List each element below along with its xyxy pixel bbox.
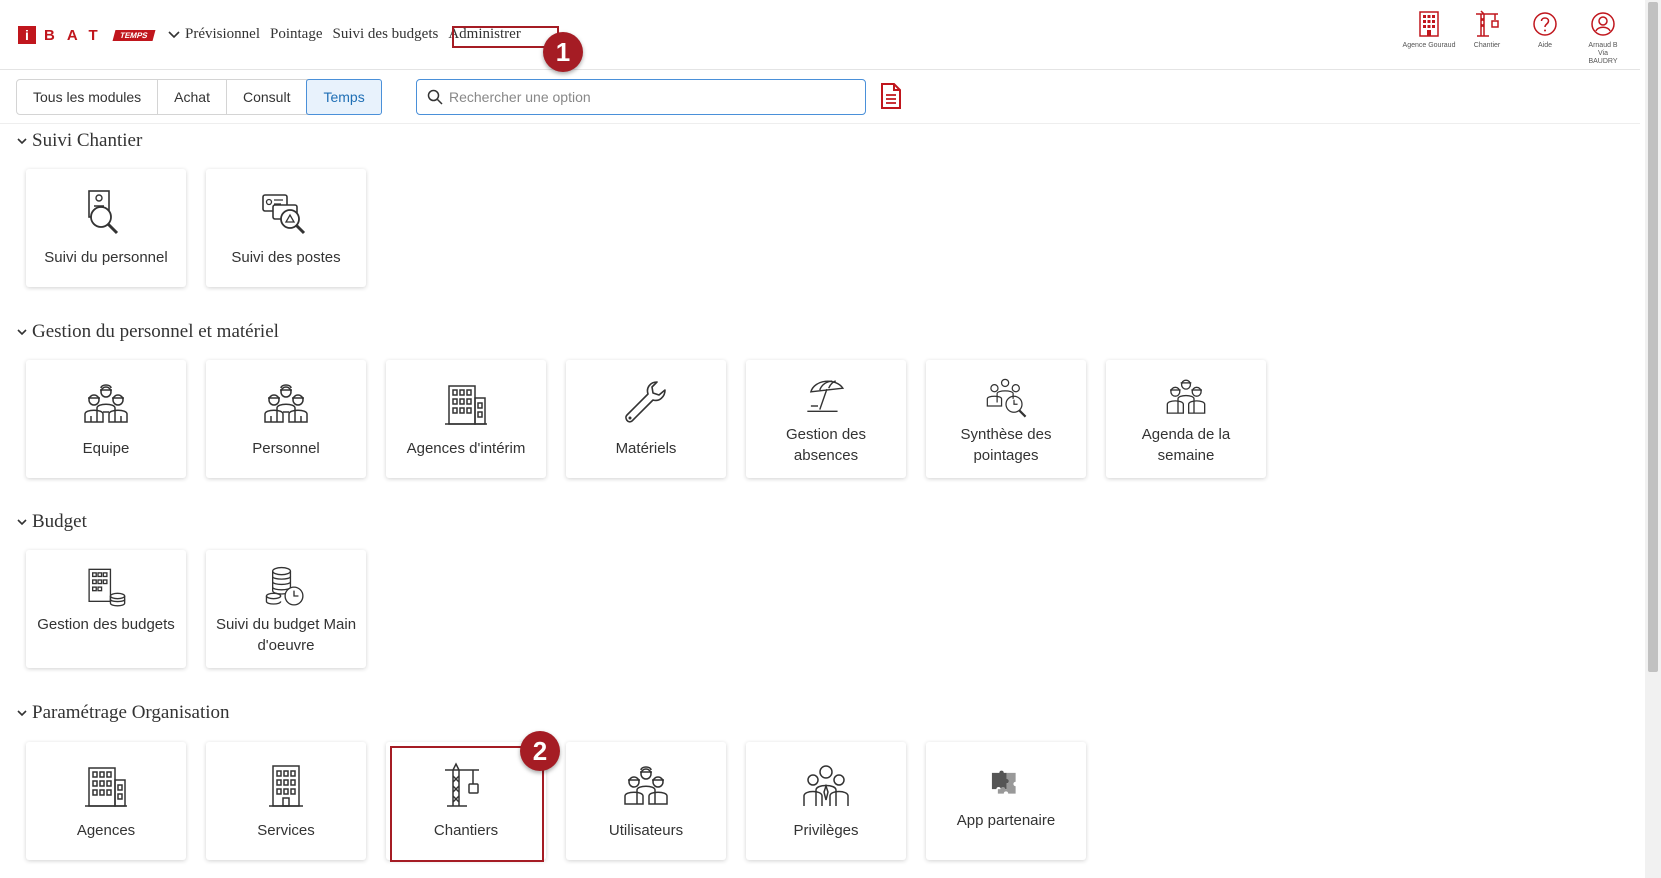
staff-icon: [264, 384, 308, 423]
app-logo[interactable]: i BAT TEMPS: [18, 26, 181, 44]
card-label: Agences: [76, 822, 136, 839]
group-icon: [803, 765, 849, 806]
card-agences-interim[interactable]: Agences d'intérim: [386, 360, 546, 478]
card-gestion-budgets[interactable]: Gestion des budgets: [26, 550, 186, 668]
document-icon[interactable]: [880, 82, 902, 110]
agence-label: Agence Gouraud: [1402, 42, 1456, 49]
crane-icon: [1476, 10, 1499, 37]
search-icon: [427, 89, 443, 105]
card-label: Privilèges: [793, 822, 859, 839]
card-label: Matériels: [615, 440, 677, 457]
wrench-icon: [625, 381, 666, 423]
user-button[interactable]: Arnaud B Via BAUDRY: [1586, 10, 1620, 66]
team-icon: [84, 384, 128, 423]
building-icon: [1419, 11, 1439, 37]
top-icons: Agence Gouraud Chantier Aide Arnaud B Vi…: [1403, 10, 1620, 66]
section-title-text: Budget: [32, 511, 87, 532]
aide-label: Aide: [1537, 42, 1552, 49]
annotation-badge-1: 1: [543, 32, 583, 72]
card-services[interactable]: Services: [206, 742, 366, 860]
card-agenda-semaine[interactable]: Agenda de la semaine: [1106, 360, 1266, 478]
puzzle-icon: [991, 770, 1016, 794]
user-label: Arnaud B Via BAUDRY: [1588, 42, 1618, 65]
card-suivi-postes[interactable]: Suivi des postes: [206, 169, 366, 287]
chevron-down-icon: [17, 329, 27, 336]
search-input[interactable]: [449, 89, 849, 105]
annotation-box-1: [452, 26, 559, 48]
card-app-partenaire[interactable]: App partenaire: [926, 742, 1086, 860]
chevron-down-icon[interactable]: [167, 28, 181, 42]
card-utilisateurs[interactable]: Utilisateurs: [566, 742, 726, 860]
top-bar: i BAT TEMPS Prévisionnel Pointage Suivi …: [0, 0, 1640, 70]
chevron-down-icon: [17, 519, 27, 526]
card-label: Services: [257, 822, 315, 839]
chevron-down-icon: [17, 710, 27, 717]
card-label: Synthèse des pointages: [960, 426, 1052, 464]
filter-bar: Tous les modules Achat Consult Temps: [0, 70, 1640, 124]
scrollbar-thumb[interactable]: [1648, 2, 1658, 672]
postes-search-icon: [262, 194, 306, 235]
card-privileges[interactable]: Privilèges: [746, 742, 906, 860]
person-search-icon: [88, 190, 119, 235]
section-title-text: Paramétrage Organisation: [32, 702, 230, 723]
tab-consult[interactable]: Consult: [227, 80, 308, 114]
annotation-box-2: [390, 746, 544, 862]
card-label: Suivi du budget Main d'oeuvre: [215, 616, 357, 654]
nav-previsionnel[interactable]: Prévisionnel: [185, 26, 260, 43]
card-label: Equipe: [82, 440, 130, 457]
chantier-label: Chantier: [1473, 42, 1501, 49]
team-calendar-icon: [1166, 379, 1206, 414]
building-icon: [269, 765, 303, 807]
card-agences[interactable]: Agences: [26, 742, 186, 860]
annotation-badge-2: 2: [520, 731, 560, 771]
card-personnel[interactable]: Personnel: [206, 360, 366, 478]
user-icon: [1591, 12, 1615, 36]
card-equipe[interactable]: Equipe: [26, 360, 186, 478]
logo-temps: TEMPS: [112, 29, 155, 41]
card-suivi-budget-mo[interactable]: Suivi du budget Main d'oeuvre: [206, 550, 366, 668]
card-label: Agences d'intérim: [406, 440, 526, 457]
card-label: Agenda de la semaine: [1141, 426, 1231, 464]
building-icon: [85, 767, 127, 807]
agence-button[interactable]: Agence Gouraud: [1403, 10, 1455, 66]
module-tabs: Tous les modules Achat Consult Temps: [16, 79, 382, 115]
vertical-scrollbar[interactable]: [1645, 0, 1661, 878]
card-synthese-pointages[interactable]: Synthèse des pointages: [926, 360, 1086, 478]
section-budget[interactable]: Budget: [16, 511, 87, 533]
building-icon: [445, 385, 487, 425]
nav-suivi-budgets[interactable]: Suivi des budgets: [333, 26, 439, 43]
logo-i: i: [18, 26, 36, 44]
search-box[interactable]: [416, 79, 866, 115]
card-materiels[interactable]: Matériels: [566, 360, 726, 478]
tab-tous-modules[interactable]: Tous les modules: [17, 80, 159, 114]
card-label: Gestion des budgets: [37, 616, 175, 633]
card-label: Suivi du personnel: [44, 249, 168, 266]
team-search-icon: [986, 378, 1027, 418]
card-label: Personnel: [252, 440, 320, 457]
team-icon: [624, 766, 668, 805]
section-parametrage-organisation[interactable]: Paramétrage Organisation: [16, 702, 230, 724]
card-label: App partenaire: [956, 812, 1056, 829]
card-suivi-personnel[interactable]: Suivi du personnel: [26, 169, 186, 287]
section-title-text: Suivi Chantier: [32, 130, 143, 151]
section-gestion-personnel[interactable]: Gestion du personnel et matériel: [16, 321, 279, 343]
chevron-down-icon: [17, 138, 27, 145]
building-coins-icon: [88, 568, 126, 607]
card-label: Suivi des postes: [231, 249, 341, 266]
aide-button[interactable]: Aide: [1528, 10, 1562, 66]
coins-clock-icon: [265, 566, 304, 606]
tab-temps[interactable]: Temps: [306, 79, 382, 115]
beach-umbrella-icon: [807, 380, 845, 413]
chantier-button[interactable]: Chantier: [1470, 10, 1504, 66]
card-gestion-absences[interactable]: Gestion des absences: [746, 360, 906, 478]
logo-bat: BAT: [44, 26, 110, 44]
card-label: Utilisateurs: [608, 822, 684, 839]
card-label: Gestion des absences: [785, 426, 867, 464]
nav-pointage[interactable]: Pointage: [270, 26, 323, 43]
section-suivi-chantier[interactable]: Suivi Chantier: [16, 130, 142, 152]
tab-achat[interactable]: Achat: [158, 80, 227, 114]
help-icon: [1533, 12, 1557, 36]
section-title-text: Gestion du personnel et matériel: [32, 321, 279, 342]
